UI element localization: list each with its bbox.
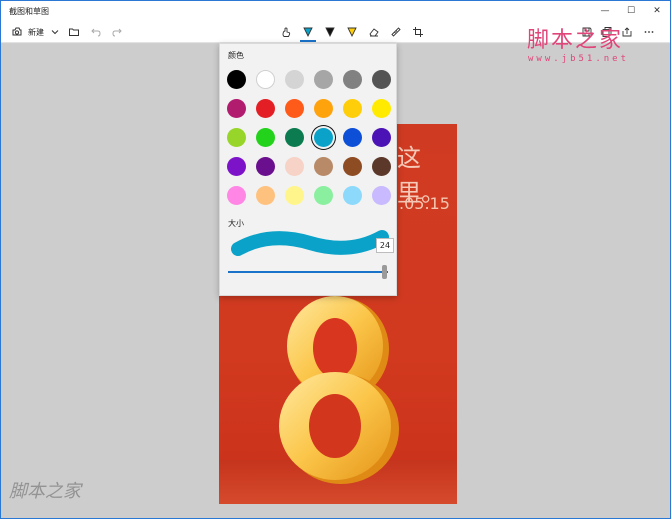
color-swatch[interactable] xyxy=(372,186,391,205)
color-swatch[interactable] xyxy=(227,157,246,176)
color-swatch[interactable] xyxy=(314,128,333,147)
color-swatch[interactable] xyxy=(314,157,333,176)
color-swatch[interactable] xyxy=(227,186,246,205)
title-bar: 截图和草图 — ☐ ✕ xyxy=(1,1,670,21)
color-swatch[interactable] xyxy=(256,186,275,205)
eraser-button[interactable] xyxy=(366,24,382,40)
pencil-button[interactable] xyxy=(322,24,338,40)
color-swatch[interactable] xyxy=(372,128,391,147)
ballpoint-pen-icon xyxy=(300,24,316,40)
undo-icon xyxy=(88,24,104,40)
color-swatch[interactable] xyxy=(343,70,362,89)
color-swatch[interactable] xyxy=(314,70,333,89)
watermark-top-right: 脚本之家 xyxy=(527,28,624,53)
new-label: 新建 xyxy=(28,27,44,37)
digit-eight-graphic xyxy=(279,296,399,484)
minimize-button[interactable]: — xyxy=(592,1,618,21)
watermark-top-right-url: www.jb51.net xyxy=(528,54,630,64)
color-swatch[interactable] xyxy=(372,157,391,176)
more-icon xyxy=(641,24,657,40)
color-swatch[interactable] xyxy=(343,99,362,118)
color-swatch[interactable] xyxy=(343,186,362,205)
window-controls: — ☐ ✕ xyxy=(592,1,670,21)
new-icon xyxy=(9,24,25,40)
highlighter-icon xyxy=(344,24,360,40)
maximize-button[interactable]: ☐ xyxy=(618,1,644,21)
pencil-icon xyxy=(322,24,338,40)
open-button[interactable] xyxy=(66,24,82,40)
new-button[interactable]: 新建 xyxy=(9,24,44,40)
color-label: 颜色 xyxy=(228,51,244,60)
color-size-flyout: 颜色 大小 24 xyxy=(219,43,397,296)
color-swatch[interactable] xyxy=(314,99,333,118)
ruler-button[interactable] xyxy=(388,24,404,40)
ballpoint-pen-button[interactable] xyxy=(300,24,316,40)
more-button[interactable] xyxy=(641,24,657,40)
size-slider-track[interactable] xyxy=(228,271,388,273)
color-swatch[interactable] xyxy=(372,70,391,89)
color-swatch[interactable] xyxy=(256,70,275,89)
watermark-bottom-left: 脚本之家 xyxy=(9,481,81,502)
crop-icon xyxy=(410,24,426,40)
color-swatch[interactable] xyxy=(285,128,304,147)
color-swatch[interactable] xyxy=(343,157,362,176)
crop-button[interactable] xyxy=(410,24,426,40)
color-swatch[interactable] xyxy=(285,99,304,118)
color-swatch[interactable] xyxy=(285,70,304,89)
touch-writing-icon xyxy=(278,24,294,40)
close-button[interactable]: ✕ xyxy=(644,1,670,21)
color-swatch[interactable] xyxy=(285,186,304,205)
color-swatch[interactable] xyxy=(256,128,275,147)
redo-button[interactable] xyxy=(109,24,125,40)
folder-icon xyxy=(66,24,82,40)
stroke-preview xyxy=(231,230,389,256)
app-window: 截图和草图 — ☐ ✕ 新建 这里。 .05.15 颜色 大小 24 脚本之家 … xyxy=(0,0,671,519)
color-swatch[interactable] xyxy=(372,99,391,118)
color-swatch[interactable] xyxy=(343,128,362,147)
color-swatch[interactable] xyxy=(227,70,246,89)
new-dropdown[interactable] xyxy=(47,24,63,40)
color-swatch[interactable] xyxy=(256,157,275,176)
dropdown-icon xyxy=(47,24,63,40)
active-tool-indicator xyxy=(300,40,316,42)
ruler-icon xyxy=(388,24,404,40)
color-swatch[interactable] xyxy=(227,128,246,147)
color-swatch[interactable] xyxy=(227,99,246,118)
size-slider-thumb[interactable] xyxy=(381,265,387,279)
undo-button[interactable] xyxy=(88,24,104,40)
redo-icon xyxy=(109,24,125,40)
size-value-badge: 24 xyxy=(376,238,394,253)
color-swatch[interactable] xyxy=(256,99,275,118)
color-swatch[interactable] xyxy=(314,186,333,205)
poster-text-line2: .05.15 xyxy=(399,194,450,213)
eraser-icon xyxy=(366,24,382,40)
window-title: 截图和草图 xyxy=(9,7,49,16)
highlighter-button[interactable] xyxy=(344,24,360,40)
touch-writing-button[interactable] xyxy=(278,24,294,40)
color-swatch[interactable] xyxy=(285,157,304,176)
